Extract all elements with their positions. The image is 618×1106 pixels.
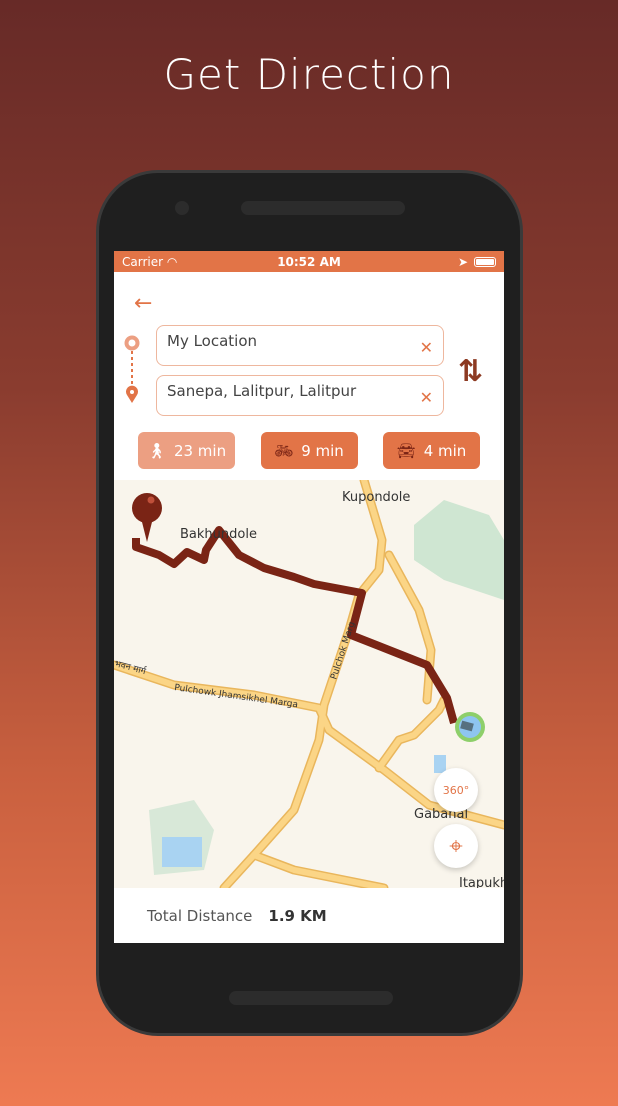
mode-label: 4 min <box>423 441 467 460</box>
clear-origin-button[interactable]: ✕ <box>420 338 433 357</box>
camera <box>175 201 189 215</box>
view-360-button[interactable]: 360° <box>434 768 478 812</box>
car-icon: 🚘︎ <box>396 441 416 460</box>
status-bar: Carrier ◠ 10:52 AM ➤ <box>114 251 504 272</box>
recenter-button[interactable]: ⌖ <box>434 824 478 868</box>
destination-pin-icon <box>132 493 162 542</box>
bicycle-icon: 🚲︎ <box>274 441 294 460</box>
destination-input[interactable]: Sanepa, Lalitpur, Lalitpur ✕ <box>156 375 444 416</box>
map-label: Pulchok Marg <box>329 621 357 681</box>
back-button[interactable]: ← <box>134 291 152 316</box>
speaker <box>241 201 405 215</box>
mode-walk[interactable]: 🚶︎ 23 min <box>138 432 235 469</box>
page-headline: Get Direction <box>163 50 455 99</box>
park-area <box>414 500 504 600</box>
travel-modes: 🚶︎ 23 min 🚲︎ 9 min 🚘︎ 4 min <box>138 432 480 469</box>
distance-summary: Total Distance 1.9 KM <box>114 888 504 943</box>
distance-label: Total Distance <box>147 906 253 925</box>
map-label: Kupondole <box>342 490 410 505</box>
walk-icon: 🚶︎ <box>146 441 166 460</box>
mode-label: 9 min <box>301 441 344 460</box>
destination-value: Sanepa, Lalitpur, Lalitpur <box>167 381 357 400</box>
distance-value: 1.9 KM <box>268 906 327 925</box>
mode-car[interactable]: 🚘︎ 4 min <box>383 432 480 469</box>
clock: 10:52 AM <box>277 254 341 269</box>
origin-value: My Location <box>167 331 258 350</box>
crosshair-icon: ⌖ <box>449 832 463 860</box>
360-icon: 360° <box>442 783 470 797</box>
swap-button[interactable]: ⇅ <box>458 354 483 389</box>
mode-bicycle[interactable]: 🚲︎ 9 min <box>260 432 358 469</box>
bottom-speaker <box>229 991 393 1005</box>
swap-icon: ⇅ <box>458 354 484 389</box>
map-view[interactable]: Kupondole Bakhundole Pulchowk Jhamsikhel… <box>114 475 504 893</box>
mode-label: 23 min <box>173 441 227 460</box>
origin-input[interactable]: My Location ✕ <box>156 325 444 366</box>
water-area <box>162 837 202 867</box>
map-label: Itapukhu <box>459 876 504 888</box>
app-screen: Carrier ◠ 10:52 AM ➤ ← My Location ✕ San… <box>114 251 504 943</box>
current-location-icon <box>455 712 485 742</box>
map-label: Bakhundole <box>180 527 257 542</box>
route-endpoints-icon <box>124 335 140 403</box>
clear-destination-button[interactable]: ✕ <box>420 388 433 407</box>
